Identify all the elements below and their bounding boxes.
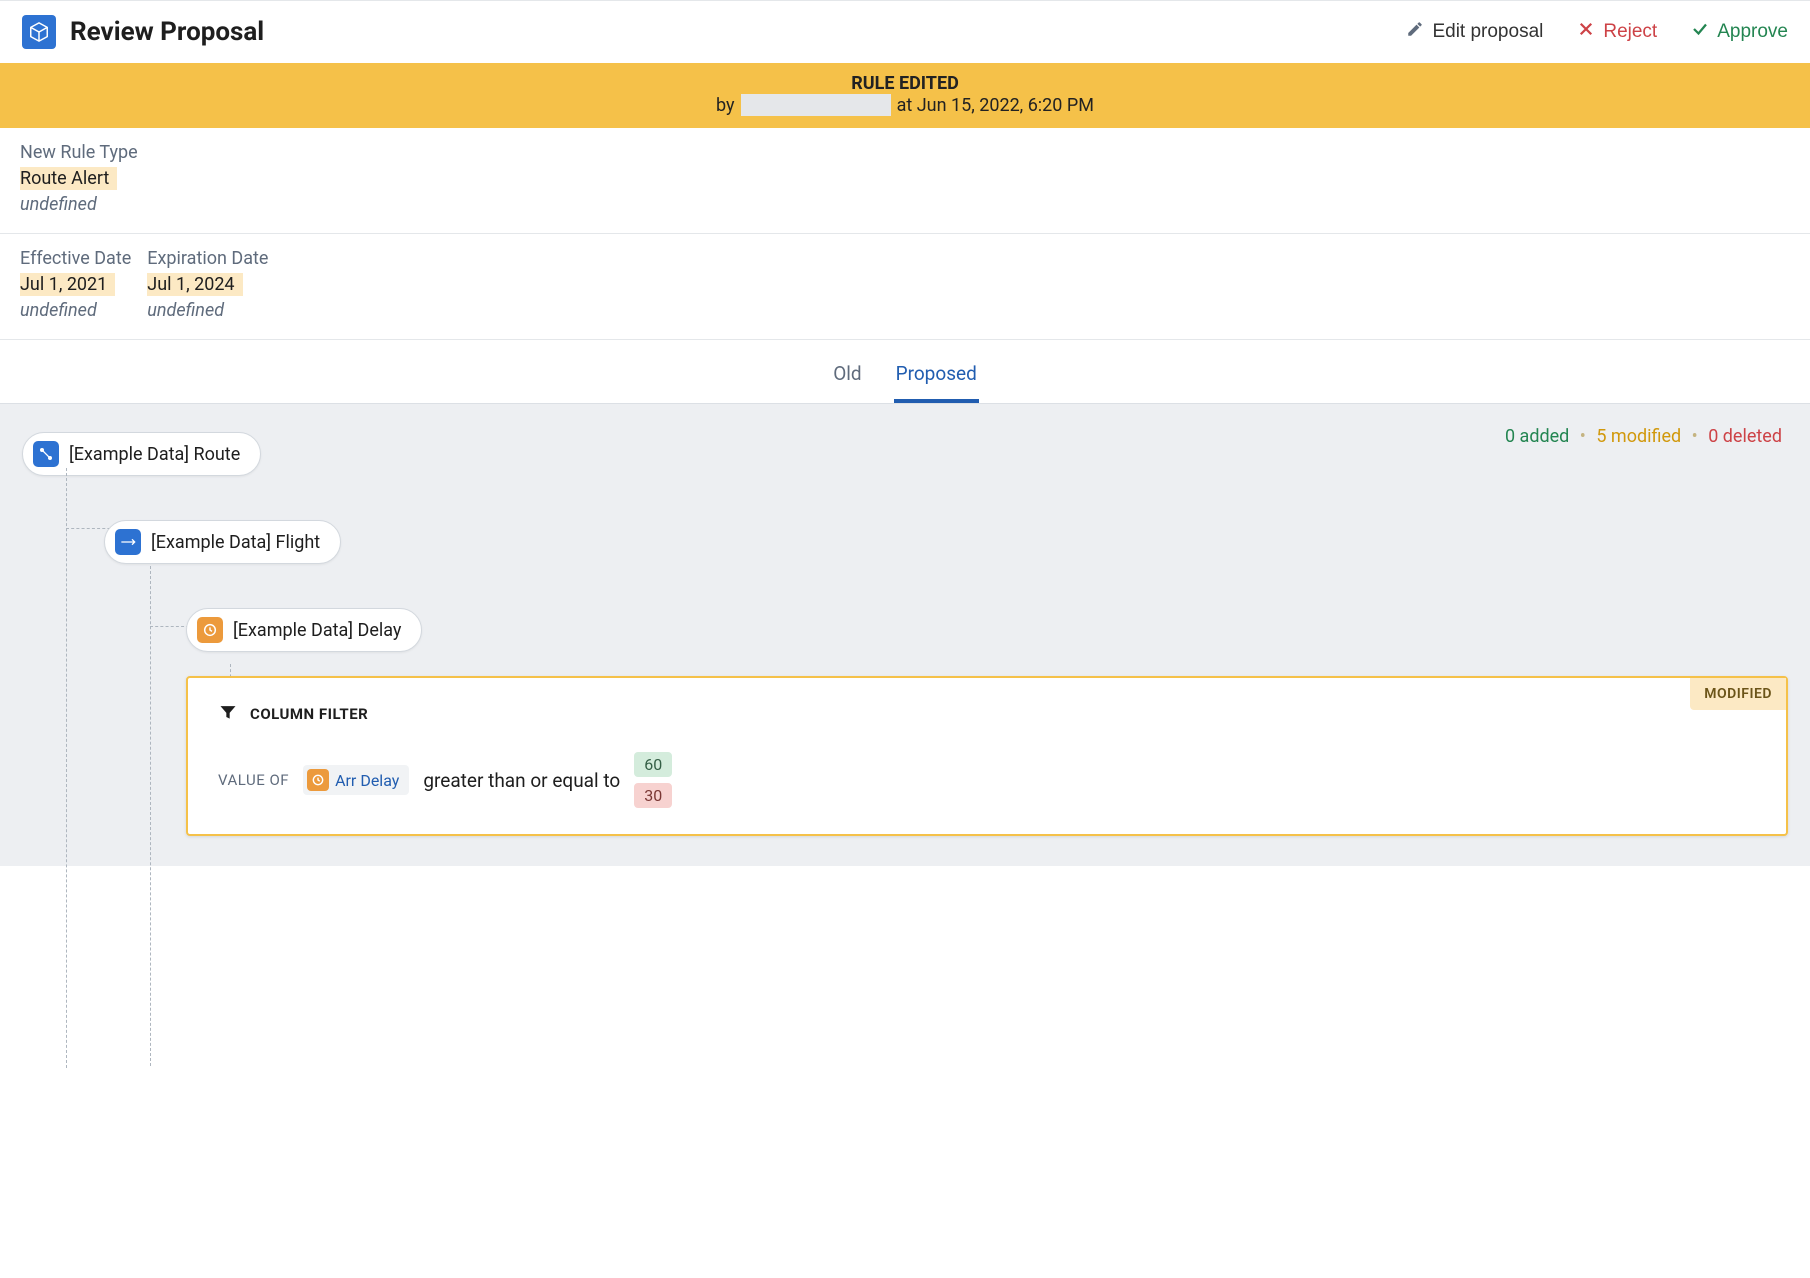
- banner-title: RULE EDITED: [0, 73, 1810, 94]
- effective-date-value: Jul 1, 2021: [20, 273, 115, 296]
- pencil-icon: [1406, 20, 1424, 44]
- flight-icon: [115, 529, 141, 555]
- tree-node-route[interactable]: [Example Data] Route: [22, 432, 261, 476]
- clock-icon: [197, 617, 223, 643]
- rule-type-label: New Rule Type: [20, 142, 1790, 163]
- approve-button[interactable]: Approve: [1691, 20, 1788, 44]
- page-title: Review Proposal: [70, 17, 264, 47]
- clock-icon: [307, 769, 329, 791]
- expiration-date-prev: undefined: [147, 300, 268, 321]
- reject-label: Reject: [1603, 21, 1657, 43]
- banner-author-redacted: [741, 94, 891, 116]
- tree-node-delay[interactable]: [Example Data] Delay: [186, 608, 422, 652]
- new-value: 30: [634, 783, 672, 808]
- connector: [150, 566, 151, 1066]
- banner-at-text: at Jun 15, 2022, 6:20 PM: [897, 95, 1094, 116]
- tree-node-flight-label: [Example Data] Flight: [151, 532, 320, 553]
- edit-proposal-button[interactable]: Edit proposal: [1406, 20, 1543, 44]
- rule-type-value: Route Alert: [20, 167, 117, 190]
- old-value: 60: [634, 752, 672, 777]
- operator-text: greater than or equal to: [423, 769, 620, 792]
- rule-edited-banner: RULE EDITED by at Jun 15, 2022, 6:20 PM: [0, 63, 1810, 128]
- tree-node-flight[interactable]: [Example Data] Flight: [104, 520, 341, 564]
- tree-node-delay-label: [Example Data] Delay: [233, 620, 401, 641]
- approve-label: Approve: [1717, 21, 1788, 43]
- route-icon: [33, 441, 59, 467]
- column-chip-label: Arr Delay: [335, 771, 399, 790]
- modified-badge: MODIFIED: [1690, 678, 1786, 710]
- rule-type-prev: undefined: [20, 194, 1790, 215]
- app-cube-icon: [22, 15, 56, 49]
- filter-icon: [218, 702, 238, 726]
- tree-node-route-label: [Example Data] Route: [69, 444, 240, 465]
- edit-proposal-label: Edit proposal: [1432, 21, 1543, 43]
- reject-button[interactable]: Reject: [1577, 20, 1657, 44]
- expiration-date-value: Jul 1, 2024: [147, 273, 242, 296]
- tab-old[interactable]: Old: [831, 354, 863, 403]
- close-icon: [1577, 20, 1595, 44]
- column-filter-card: MODIFIED COLUMN FILTER VALUE OF Arr Dela…: [186, 676, 1788, 836]
- connector: [66, 468, 67, 1068]
- filter-head-label: COLUMN FILTER: [250, 705, 368, 723]
- value-of-label: VALUE OF: [218, 771, 289, 789]
- diff-tabs: Old Proposed: [0, 340, 1810, 403]
- tab-proposed[interactable]: Proposed: [894, 354, 979, 403]
- expiration-date-label: Expiration Date: [147, 248, 268, 269]
- check-icon: [1691, 20, 1709, 44]
- effective-date-label: Effective Date: [20, 248, 131, 269]
- column-chip[interactable]: Arr Delay: [303, 765, 409, 795]
- banner-by-prefix: by: [716, 95, 735, 116]
- effective-date-prev: undefined: [20, 300, 131, 321]
